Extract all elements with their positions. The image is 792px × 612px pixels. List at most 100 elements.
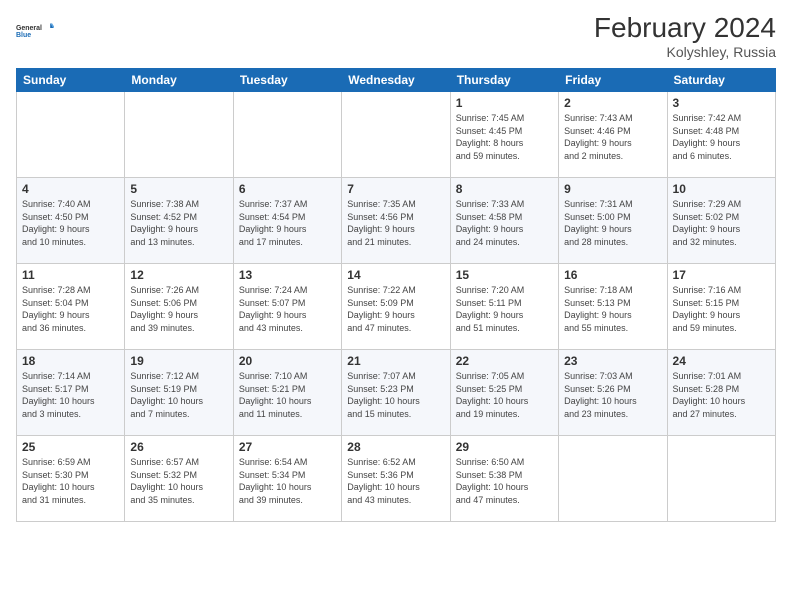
cell-w1-d5: 1 Sunrise: 7:45 AM Sunset: 4:45 PM Daylig…	[450, 92, 558, 178]
day-number: 24	[673, 354, 770, 368]
day-number: 20	[239, 354, 336, 368]
week-row-4: 18 Sunrise: 7:14 AM Sunset: 5:17 PM Dayli…	[17, 350, 776, 436]
cell-w1-d7: 3 Sunrise: 7:42 AM Sunset: 4:48 PM Daylig…	[667, 92, 775, 178]
day-info: Sunrise: 7:22 AM Sunset: 5:09 PM Dayligh…	[347, 284, 444, 334]
day-number: 28	[347, 440, 444, 454]
day-info: Sunrise: 7:26 AM Sunset: 5:06 PM Dayligh…	[130, 284, 227, 334]
cell-w1-d3	[233, 92, 341, 178]
day-number: 17	[673, 268, 770, 282]
logo: General Blue	[16, 12, 54, 50]
cell-w3-d7: 17 Sunrise: 7:16 AM Sunset: 5:15 PM Dayli…	[667, 264, 775, 350]
cell-w2-d5: 8 Sunrise: 7:33 AM Sunset: 4:58 PM Daylig…	[450, 178, 558, 264]
col-tuesday: Tuesday	[233, 69, 341, 92]
svg-text:Blue: Blue	[16, 32, 31, 39]
cell-w4-d1: 18 Sunrise: 7:14 AM Sunset: 5:17 PM Dayli…	[17, 350, 125, 436]
week-row-2: 4 Sunrise: 7:40 AM Sunset: 4:50 PM Daylig…	[17, 178, 776, 264]
cell-w3-d6: 16 Sunrise: 7:18 AM Sunset: 5:13 PM Dayli…	[559, 264, 667, 350]
day-info: Sunrise: 7:33 AM Sunset: 4:58 PM Dayligh…	[456, 198, 553, 248]
cell-w4-d3: 20 Sunrise: 7:10 AM Sunset: 5:21 PM Dayli…	[233, 350, 341, 436]
day-number: 15	[456, 268, 553, 282]
day-number: 23	[564, 354, 661, 368]
day-info: Sunrise: 7:28 AM Sunset: 5:04 PM Dayligh…	[22, 284, 119, 334]
cell-w3-d2: 12 Sunrise: 7:26 AM Sunset: 5:06 PM Dayli…	[125, 264, 233, 350]
day-number: 11	[22, 268, 119, 282]
day-number: 14	[347, 268, 444, 282]
title-block: February 2024 Kolyshley, Russia	[594, 12, 776, 60]
logo-container: General Blue	[16, 12, 54, 50]
day-info: Sunrise: 6:52 AM Sunset: 5:36 PM Dayligh…	[347, 456, 444, 506]
day-number: 7	[347, 182, 444, 196]
day-number: 9	[564, 182, 661, 196]
day-number: 27	[239, 440, 336, 454]
day-info: Sunrise: 7:07 AM Sunset: 5:23 PM Dayligh…	[347, 370, 444, 420]
cell-w5-d7	[667, 436, 775, 522]
day-info: Sunrise: 7:31 AM Sunset: 5:00 PM Dayligh…	[564, 198, 661, 248]
cell-w5-d3: 27Sunrise: 6:54 AM Sunset: 5:34 PM Dayli…	[233, 436, 341, 522]
day-info: Sunrise: 7:03 AM Sunset: 5:26 PM Dayligh…	[564, 370, 661, 420]
cell-w2-d2: 5Sunrise: 7:38 AM Sunset: 4:52 PM Daylig…	[125, 178, 233, 264]
cell-w2-d1: 4 Sunrise: 7:40 AM Sunset: 4:50 PM Daylig…	[17, 178, 125, 264]
day-info: Sunrise: 7:18 AM Sunset: 5:13 PM Dayligh…	[564, 284, 661, 334]
logo-svg: General Blue	[16, 12, 54, 50]
day-info: Sunrise: 7:05 AM Sunset: 5:25 PM Dayligh…	[456, 370, 553, 420]
cell-w4-d6: 23 Sunrise: 7:03 AM Sunset: 5:26 PM Dayli…	[559, 350, 667, 436]
col-monday: Monday	[125, 69, 233, 92]
day-info: Sunrise: 7:01 AM Sunset: 5:28 PM Dayligh…	[673, 370, 770, 420]
day-info: Sunrise: 7:20 AM Sunset: 5:11 PM Dayligh…	[456, 284, 553, 334]
day-number: 19	[130, 354, 227, 368]
day-number: 18	[22, 354, 119, 368]
day-info: Sunrise: 7:37 AM Sunset: 4:54 PM Dayligh…	[239, 198, 336, 248]
cell-w4-d2: 19 Sunrise: 7:12 AM Sunset: 5:19 PM Dayli…	[125, 350, 233, 436]
day-info: Sunrise: 7:43 AM Sunset: 4:46 PM Dayligh…	[564, 112, 661, 162]
day-number: 8	[456, 182, 553, 196]
col-wednesday: Wednesday	[342, 69, 450, 92]
day-number: 16	[564, 268, 661, 282]
cell-w2-d7: 10 Sunrise: 7:29 AM Sunset: 5:02 PM Dayli…	[667, 178, 775, 264]
cell-w3-d1: 11 Sunrise: 7:28 AM Sunset: 5:04 PM Dayli…	[17, 264, 125, 350]
day-info: Sunrise: 7:10 AM Sunset: 5:21 PM Dayligh…	[239, 370, 336, 420]
day-info: Sunrise: 7:38 AM Sunset: 4:52 PM Dayligh…	[130, 198, 227, 248]
day-info: Sunrise: 7:12 AM Sunset: 5:19 PM Dayligh…	[130, 370, 227, 420]
day-info: Sunrise: 6:50 AM Sunset: 5:38 PM Dayligh…	[456, 456, 553, 506]
day-number: 10	[673, 182, 770, 196]
day-number: 25	[22, 440, 119, 454]
day-info: Sunrise: 7:29 AM Sunset: 5:02 PM Dayligh…	[673, 198, 770, 248]
page: General Blue February 2024 Kolyshley, Ru…	[0, 0, 792, 612]
day-info: Sunrise: 7:45 AM Sunset: 4:45 PM Dayligh…	[456, 112, 553, 162]
cell-w2-d3: 6Sunrise: 7:37 AM Sunset: 4:54 PM Daylig…	[233, 178, 341, 264]
week-row-1: 1 Sunrise: 7:45 AM Sunset: 4:45 PM Daylig…	[17, 92, 776, 178]
day-number: 1	[456, 96, 553, 110]
day-number: 12	[130, 268, 227, 282]
col-sunday: Sunday	[17, 69, 125, 92]
day-info: Sunrise: 7:42 AM Sunset: 4:48 PM Dayligh…	[673, 112, 770, 162]
week-row-5: 25 Sunrise: 6:59 AM Sunset: 5:30 PM Dayli…	[17, 436, 776, 522]
day-number: 4	[22, 182, 119, 196]
day-info: Sunrise: 7:16 AM Sunset: 5:15 PM Dayligh…	[673, 284, 770, 334]
cell-w1-d6: 2 Sunrise: 7:43 AM Sunset: 4:46 PM Daylig…	[559, 92, 667, 178]
cell-w4-d4: 21 Sunrise: 7:07 AM Sunset: 5:23 PM Dayli…	[342, 350, 450, 436]
day-info: Sunrise: 7:24 AM Sunset: 5:07 PM Dayligh…	[239, 284, 336, 334]
cell-w1-d4	[342, 92, 450, 178]
day-number: 3	[673, 96, 770, 110]
col-thursday: Thursday	[450, 69, 558, 92]
cell-w3-d4: 14 Sunrise: 7:22 AM Sunset: 5:09 PM Dayli…	[342, 264, 450, 350]
cell-w4-d5: 22 Sunrise: 7:05 AM Sunset: 5:25 PM Dayli…	[450, 350, 558, 436]
day-number: 26	[130, 440, 227, 454]
cell-w3-d3: 13Sunrise: 7:24 AM Sunset: 5:07 PM Dayli…	[233, 264, 341, 350]
header: General Blue February 2024 Kolyshley, Ru…	[16, 12, 776, 60]
day-number: 22	[456, 354, 553, 368]
cell-w3-d5: 15 Sunrise: 7:20 AM Sunset: 5:11 PM Dayli…	[450, 264, 558, 350]
col-friday: Friday	[559, 69, 667, 92]
day-info: Sunrise: 6:57 AM Sunset: 5:32 PM Dayligh…	[130, 456, 227, 506]
calendar-table: Sunday Monday Tuesday Wednesday Thursday…	[16, 68, 776, 522]
day-number: 21	[347, 354, 444, 368]
day-info: Sunrise: 6:59 AM Sunset: 5:30 PM Dayligh…	[22, 456, 119, 506]
day-info: Sunrise: 7:40 AM Sunset: 4:50 PM Dayligh…	[22, 198, 119, 248]
cell-w5-d2: 26 Sunrise: 6:57 AM Sunset: 5:32 PM Dayli…	[125, 436, 233, 522]
col-saturday: Saturday	[667, 69, 775, 92]
cell-w2-d4: 7Sunrise: 7:35 AM Sunset: 4:56 PM Daylig…	[342, 178, 450, 264]
cell-w5-d4: 28 Sunrise: 6:52 AM Sunset: 5:36 PM Dayli…	[342, 436, 450, 522]
day-info: Sunrise: 7:14 AM Sunset: 5:17 PM Dayligh…	[22, 370, 119, 420]
day-number: 2	[564, 96, 661, 110]
cell-w4-d7: 24 Sunrise: 7:01 AM Sunset: 5:28 PM Dayli…	[667, 350, 775, 436]
